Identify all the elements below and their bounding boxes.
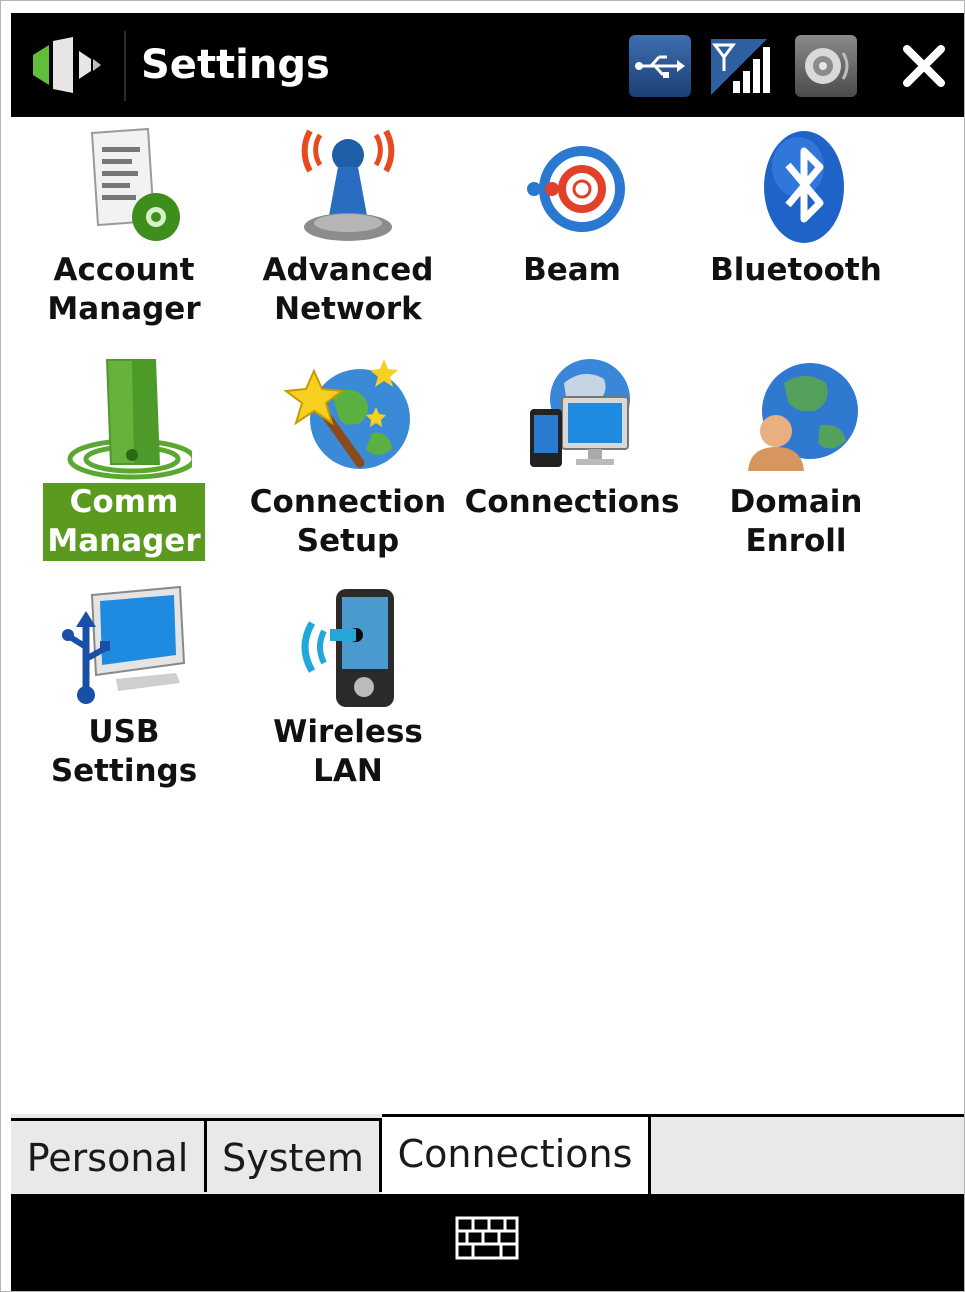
item-label: Comm Manager	[12, 483, 236, 561]
keyboard-icon[interactable]	[455, 1216, 519, 1260]
usb-settings-icon	[56, 583, 192, 713]
close-icon[interactable]	[891, 33, 957, 99]
volume-icon[interactable]	[795, 35, 857, 97]
tab-personal[interactable]: Personal	[11, 1118, 207, 1192]
connections-icon	[504, 353, 640, 483]
bluetooth-item[interactable]: Bluetooth	[684, 117, 908, 347]
tab-system[interactable]: System	[207, 1118, 382, 1192]
account-manager-icon	[56, 121, 192, 251]
item-label: Connections	[464, 484, 680, 520]
title-bar: Settings	[11, 13, 964, 117]
domain-enroll-icon	[728, 353, 864, 483]
usb-settings-item[interactable]: USB Settings	[12, 579, 236, 809]
connection-setup-item[interactable]: Connection Setup	[236, 349, 460, 579]
item-label: Wireless LAN	[273, 714, 423, 789]
connection-setup-icon	[280, 353, 416, 483]
domain-enroll-item[interactable]: Domain Enroll	[684, 349, 908, 579]
item-label: USB Settings	[50, 714, 198, 789]
beam-item[interactable]: Beam	[460, 117, 684, 347]
item-label: Beam	[523, 252, 621, 288]
title-separator	[124, 31, 126, 101]
comm-manager-item[interactable]: Comm Manager	[12, 349, 236, 579]
connections-item[interactable]: Connections	[460, 349, 684, 579]
comm-manager-icon	[56, 353, 197, 483]
item-label: Domain Enroll	[729, 484, 863, 559]
windows-start-icon[interactable]	[27, 33, 107, 97]
advanced-network-icon	[280, 121, 416, 251]
bluetooth-icon	[728, 121, 864, 251]
beam-icon	[504, 121, 640, 251]
tab-connections[interactable]: Connections	[382, 1114, 651, 1194]
settings-window: Settings Account Manager Advanced Networ…	[0, 0, 965, 1292]
page-title: Settings	[141, 42, 330, 88]
signal-strength-icon[interactable]	[711, 35, 773, 97]
item-label: Account Manager	[47, 252, 201, 327]
wireless-lan-icon	[280, 583, 416, 713]
item-label: Connection Setup	[249, 484, 447, 559]
item-label: Bluetooth	[710, 252, 882, 288]
wireless-lan-item[interactable]: Wireless LAN	[236, 579, 460, 809]
advanced-network-item[interactable]: Advanced Network	[236, 117, 460, 347]
tab-bar: Personal System Connections	[11, 1114, 964, 1194]
selected-label-highlight: Comm Manager	[43, 483, 205, 561]
tab-bar-border	[651, 1114, 964, 1117]
usb-connection-icon[interactable]	[629, 35, 691, 97]
soft-key-bar	[11, 1194, 964, 1291]
item-label: Advanced Network	[262, 252, 434, 327]
account-manager-item[interactable]: Account Manager	[12, 117, 236, 347]
